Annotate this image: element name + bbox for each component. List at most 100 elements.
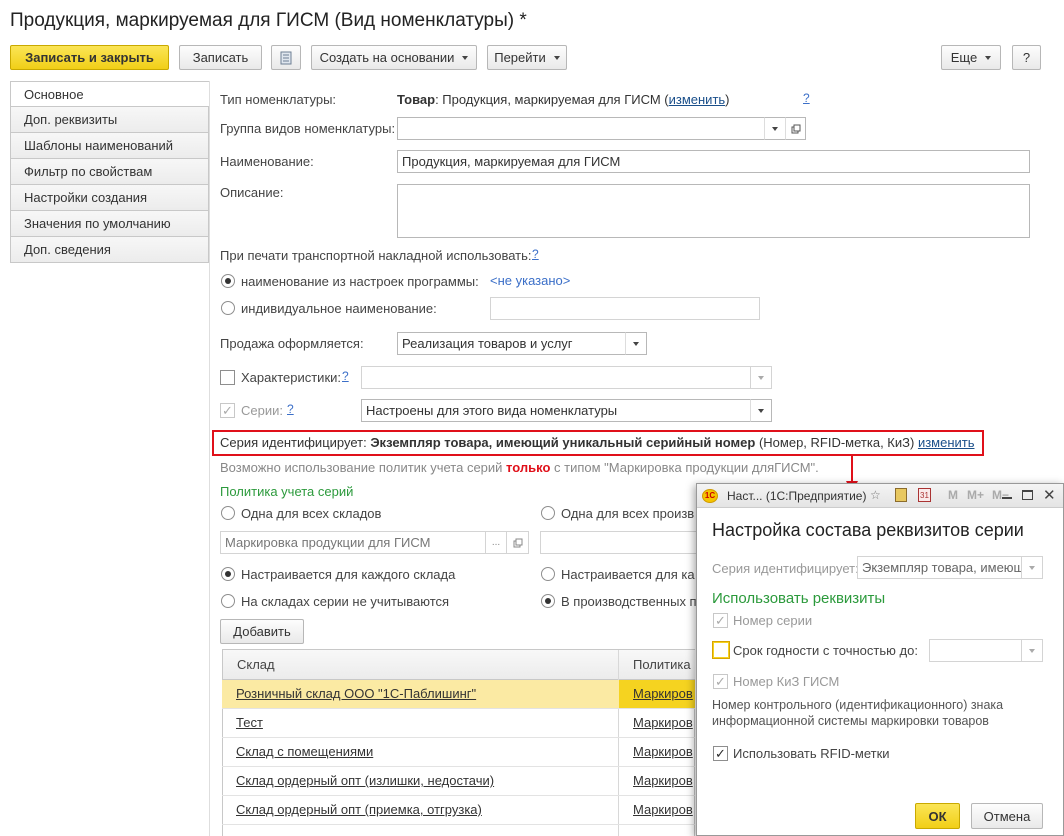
favorite-icon[interactable]: ☆ (870, 488, 881, 502)
help-question-icon[interactable]: ? (532, 247, 539, 261)
tab-name-templates[interactable]: Шаблоны наименований (10, 133, 209, 159)
radio-settings-name[interactable] (221, 274, 235, 288)
goto-button[interactable]: Перейти (487, 45, 567, 70)
ok-button[interactable]: ОК (915, 803, 960, 829)
ident-dropdown[interactable] (1021, 556, 1043, 579)
individual-name-input[interactable] (490, 297, 760, 320)
tab-property-filter[interactable]: Фильтр по свойствам (10, 159, 209, 185)
help-question-icon[interactable]: ? (287, 402, 294, 416)
open-icon[interactable] (785, 117, 806, 140)
policy-note: Возможно использование политик учета сер… (220, 460, 819, 475)
radio-not-tracked[interactable] (221, 594, 235, 608)
radio-per-warehouse[interactable] (221, 567, 235, 581)
save-close-button[interactable]: Записать и закрыть (10, 45, 169, 70)
table-row[interactable]: Розничный склад ООО "1С-Паблишинг" Марки… (222, 680, 695, 709)
tab-defaults[interactable]: Значения по умолчанию (10, 211, 209, 237)
description-input[interactable] (397, 184, 1030, 238)
warehouse-cell[interactable]: Тест (236, 715, 263, 730)
policy-cell[interactable]: Маркиров (633, 715, 693, 730)
type-change-link[interactable]: изменить (669, 92, 726, 107)
series-label: Серии: (241, 403, 283, 418)
radio-individual-name[interactable] (221, 301, 235, 315)
open-icon[interactable] (506, 531, 529, 554)
table-row[interactable]: Склад ордерный опт (приемка, отгрузка) М… (222, 796, 695, 825)
chevron-down-icon (772, 126, 778, 131)
characteristics-dropdown[interactable] (750, 366, 772, 389)
table-row[interactable]: Склад ордерный опт (излишки, недостачи) … (222, 767, 695, 796)
series-number-label: Номер серии (733, 613, 813, 628)
ellipsis-icon[interactable]: ... (485, 531, 507, 554)
tab-main[interactable]: Основное (10, 81, 209, 107)
report-icon[interactable] (271, 45, 301, 70)
save-button[interactable]: Записать (179, 45, 262, 70)
sale-select[interactable]: Реализация товаров и услуг (397, 332, 626, 355)
policy-header: Политика учета серий (220, 484, 354, 499)
radio-one-all-warehouses[interactable] (221, 506, 235, 520)
name-input[interactable]: Продукция, маркируемая для ГИСМ (397, 150, 1030, 173)
close-icon[interactable]: ✕ (1043, 486, 1056, 504)
help-question-icon[interactable]: ? (803, 91, 810, 105)
memory-minus-icon[interactable]: M− (992, 488, 1009, 502)
dialog-heading: Настройка состава реквизитов серии (712, 520, 1024, 540)
chevron-down-icon (758, 375, 764, 380)
memory-m-icon[interactable]: M (948, 488, 958, 502)
policy-cell[interactable]: Маркиров (633, 686, 693, 701)
series-ident-change-link[interactable]: изменить (918, 435, 975, 450)
create-based-button[interactable]: Создать на основании (311, 45, 477, 70)
group-input[interactable] (397, 117, 765, 140)
table-row[interactable]: Тест Маркиров (222, 709, 695, 738)
group-dropdown[interactable] (764, 117, 786, 140)
not-specified-link[interactable]: <не указано> (490, 273, 570, 288)
tab-extra-info[interactable]: Доп. сведения (10, 237, 209, 263)
rfid-checkbox[interactable]: ✓ (713, 746, 728, 761)
rfid-label: Использовать RFID-метки (733, 746, 890, 761)
col-warehouse-header[interactable]: Склад (237, 657, 275, 672)
expiry-select[interactable] (929, 639, 1022, 662)
radio-in-production[interactable] (541, 594, 555, 608)
expiry-dropdown[interactable] (1021, 639, 1043, 662)
memory-plus-icon[interactable]: M+ (967, 488, 984, 502)
series-select[interactable]: Настроены для этого вида номенклатуры (361, 399, 751, 422)
policy-input[interactable]: Маркировка продукции для ГИСМ (220, 531, 486, 554)
table-row[interactable]: Склад с помещениями Маркиров (222, 738, 695, 767)
tab-creation-settings[interactable]: Настройки создания (10, 185, 209, 211)
add-button[interactable]: Добавить (220, 619, 304, 644)
series-number-checkbox[interactable]: ✓ (713, 613, 728, 628)
maximize-icon[interactable] (1022, 490, 1033, 500)
policy-cell[interactable]: Маркиров (633, 802, 693, 817)
series-dropdown[interactable] (750, 399, 772, 422)
minimize-icon[interactable] (1002, 497, 1012, 499)
series-settings-dialog: 1C Наст... (1С:Предприятие) ☆ 31 M M+ M−… (696, 483, 1064, 836)
characteristics-checkbox[interactable] (220, 370, 235, 385)
tab-extra-props[interactable]: Доп. реквизиты (10, 107, 209, 133)
in-production-label: В производственных п (561, 594, 697, 609)
policy-production-input[interactable] (540, 531, 700, 554)
chevron-down-icon (1029, 648, 1035, 653)
warehouse-cell[interactable]: Склад с помещениями (236, 744, 373, 759)
warehouse-cell[interactable]: Розничный склад ООО "1С-Паблишинг" (236, 686, 476, 701)
warehouse-cell[interactable]: Склад ордерный опт (приемка, отгрузка) (236, 802, 482, 817)
kiz-checkbox[interactable]: ✓ (713, 674, 728, 689)
expiry-checkbox[interactable] (712, 641, 730, 659)
chevron-down-icon (758, 408, 764, 413)
chevron-down-icon (985, 55, 992, 60)
calculator-icon[interactable] (895, 488, 907, 502)
radio-per-production[interactable] (541, 567, 555, 581)
print-label: При печати транспортной накладной исполь… (220, 248, 532, 263)
radio-one-all-production[interactable] (541, 506, 555, 520)
goto-label: Перейти (494, 50, 546, 65)
sale-dropdown[interactable] (625, 332, 647, 355)
characteristics-input[interactable] (361, 366, 751, 389)
policy-cell[interactable]: Маркиров (633, 744, 693, 759)
cancel-button[interactable]: Отмена (971, 803, 1043, 829)
calendar-icon[interactable]: 31 (918, 488, 931, 502)
warehouse-cell[interactable]: Склад ордерный опт (излишки, недостачи) (236, 773, 494, 788)
help-question-icon[interactable]: ? (342, 369, 349, 383)
more-button[interactable]: Еще (941, 45, 1001, 70)
series-checkbox[interactable]: ✓ (220, 403, 235, 418)
help-button[interactable]: ? (1012, 45, 1041, 70)
policy-cell[interactable]: Маркиров (633, 773, 693, 788)
col-policy-header[interactable]: Политика (633, 657, 691, 672)
radio-settings-label: наименование из настроек программы: (241, 274, 479, 289)
ident-select[interactable]: Экземпляр товара, имеющ (857, 556, 1022, 579)
